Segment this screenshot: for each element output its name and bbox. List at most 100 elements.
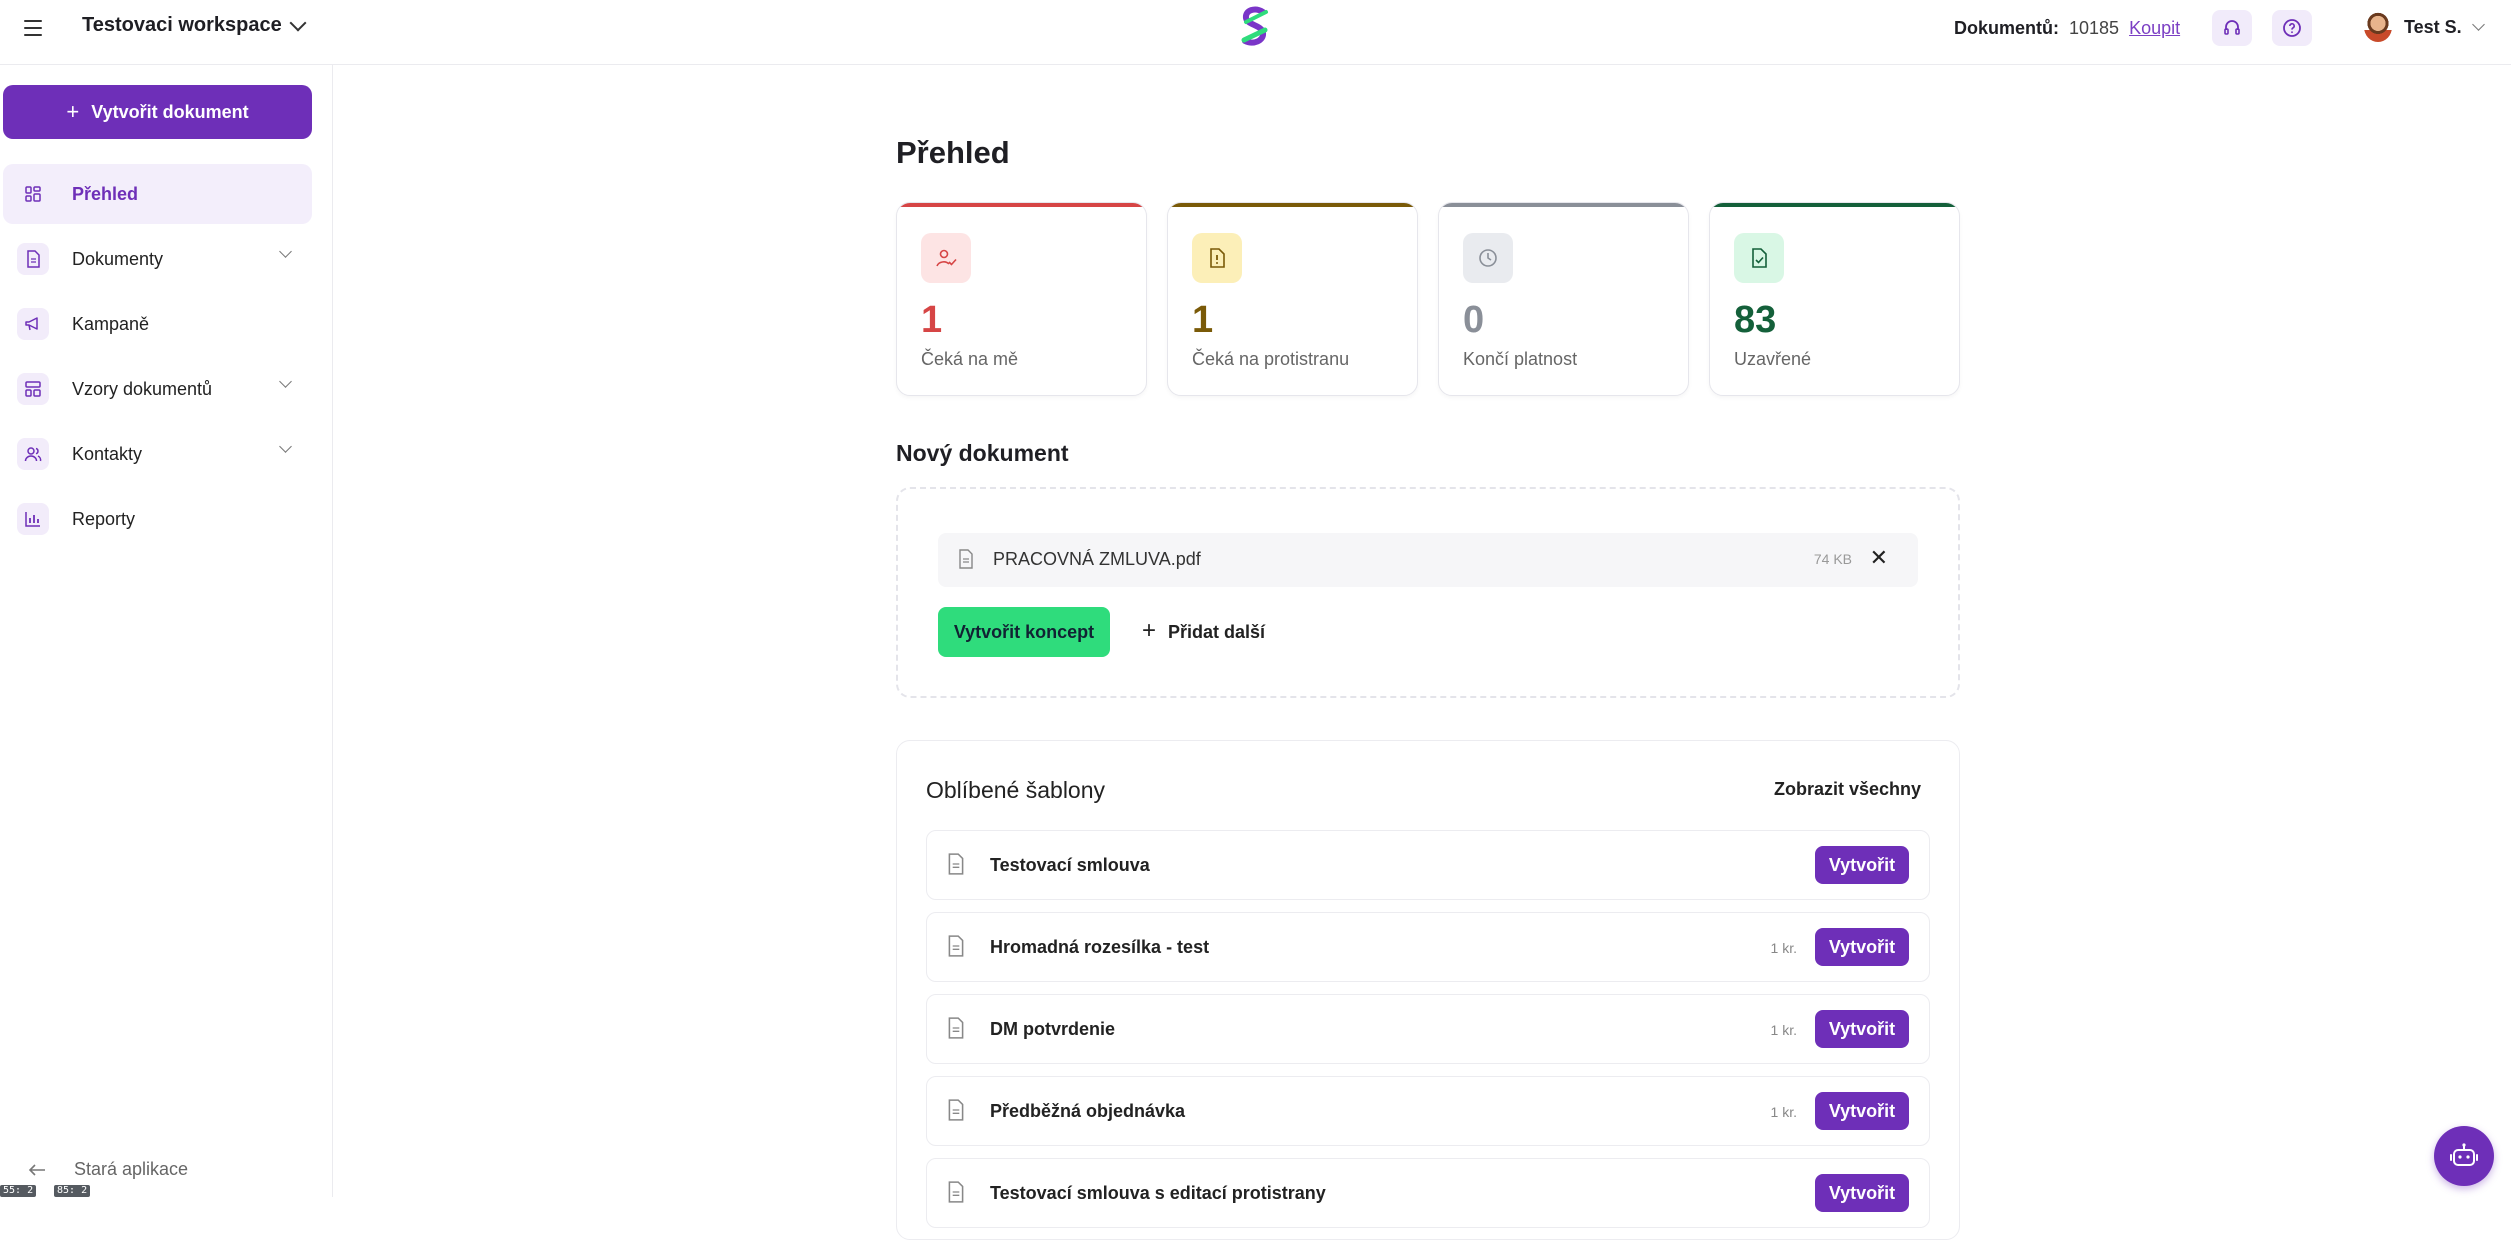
upload-dropzone[interactable]: PRACOVNÁ ZMLUVA.pdf 74 KB ✕ Vytvořit kon…	[896, 487, 1960, 698]
chevron-down-icon[interactable]	[279, 440, 292, 453]
template-row[interactable]: Testovací smlouva s editací protistrany …	[926, 1158, 1930, 1228]
template-name: DM potvrdenie	[990, 1019, 1116, 1039]
template-count: 1 kr.	[1770, 1022, 1797, 1038]
page-title: Přehled	[896, 135, 1010, 170]
file-icon	[959, 549, 973, 569]
buy-link[interactable]: Koupit	[2129, 18, 2180, 39]
user-menu[interactable]: Test S.	[2364, 12, 2485, 42]
bot-icon	[2450, 1143, 2478, 1166]
template-row[interactable]: Předběžná objednávka 1 kr. Vytvořit	[926, 1076, 1930, 1146]
stat-value: 1	[921, 299, 943, 341]
file-icon	[948, 1099, 964, 1121]
sidebar-item-prehled[interactable]: Přehled	[3, 164, 312, 224]
clock-icon	[1463, 233, 1513, 283]
stat-label: Uzavřené	[1734, 349, 1812, 369]
documents-counter: Dokumentů: 10185 Koupit	[1954, 18, 2180, 39]
sidebar-item-vzory-dokumentu[interactable]: Vzory dokumentů	[3, 359, 312, 419]
stat-card-waiting-on-counterparty[interactable]: 1 Čeká na protistranu	[1167, 202, 1418, 396]
new-document-title: Nový dokument	[896, 440, 1069, 466]
stat-label: Končí platnost	[1463, 349, 1578, 369]
template-name: Předběžná objednávka	[990, 1101, 1186, 1121]
stat-card-waiting-on-me[interactable]: 1 Čeká na mě	[896, 202, 1147, 396]
avatar	[2364, 12, 2392, 42]
stat-card-expiring[interactable]: 0 Končí platnost	[1438, 202, 1689, 396]
file-check-icon	[1734, 233, 1784, 283]
stat-label: Čeká na mě	[921, 349, 1019, 369]
show-all-link[interactable]: Zobrazit všechny	[1774, 779, 1921, 800]
headset-icon	[2224, 20, 2240, 35]
alert-file-icon	[1192, 233, 1242, 283]
chevron-down-icon[interactable]	[279, 375, 292, 388]
help-circle-icon	[2283, 19, 2301, 37]
stat-accent-bar	[897, 203, 1146, 207]
template-icon	[17, 373, 49, 405]
chat-bot-button[interactable]	[2434, 1126, 2494, 1186]
workspace-switcher[interactable]: Testovaci workspace	[82, 14, 307, 37]
create-from-template-button[interactable]: Vytvořit	[1815, 928, 1909, 966]
chevron-down-icon[interactable]	[279, 245, 292, 258]
create-concept-button[interactable]: Vytvořit koncept	[938, 607, 1110, 657]
close-icon[interactable]: ✕	[1870, 545, 1888, 571]
uploaded-file: PRACOVNÁ ZMLUVA.pdf 74 KB ✕	[938, 533, 1918, 587]
create-from-template-button[interactable]: Vytvořit	[1815, 1174, 1909, 1212]
stat-value: 1	[1192, 299, 1214, 341]
workspace-name: Testovaci workspace	[82, 14, 282, 36]
chevron-down-icon	[2471, 17, 2485, 31]
add-more-button[interactable]: + Přidat další	[1142, 617, 1266, 645]
stat-accent-bar	[1710, 203, 1959, 207]
plus-icon: +	[66, 99, 80, 124]
arrow-left-icon	[28, 1163, 45, 1176]
document-icon	[17, 243, 49, 275]
debug-tag: 55: 2	[0, 1185, 37, 1197]
template-name: Testovací smlouva	[990, 855, 1150, 875]
file-icon	[948, 853, 964, 875]
hamburger-menu-icon[interactable]	[22, 17, 44, 39]
grid-icon	[17, 178, 49, 210]
sidebar-item-dokumenty[interactable]: Dokumenty	[3, 229, 312, 289]
create-from-template-button[interactable]: Vytvořit	[1815, 1010, 1909, 1048]
sidebar-item-label: Vzory dokumentů	[72, 378, 213, 399]
sidebar-item-label: Přehled	[72, 183, 139, 204]
sidebar-item-label: Dokumenty	[72, 248, 164, 269]
template-row[interactable]: DM potvrdenie 1 kr. Vytvořit	[926, 994, 1930, 1064]
sidebar-item-label: Kampaně	[72, 313, 150, 334]
template-row[interactable]: Testovací smlouva Vytvořit	[926, 830, 1930, 900]
favorite-templates-panel: Oblíbené šablony Zobrazit všechny Testov…	[896, 740, 1960, 1240]
stat-card-closed[interactable]: 83 Uzavřené	[1709, 202, 1960, 396]
stat-accent-bar	[1168, 203, 1417, 207]
stat-value: 0	[1463, 299, 1485, 341]
user-check-icon	[921, 233, 971, 283]
stat-accent-bar	[1439, 203, 1688, 207]
create-document-label: Vytvořit dokument	[91, 101, 249, 122]
chevron-down-icon	[289, 14, 307, 31]
old-app-link[interactable]: Stará aplikace	[28, 1159, 188, 1180]
stat-label: Čeká na protistranu	[1192, 349, 1350, 369]
top-bar: Testovaci workspace Dokumentů: 10185 Kou…	[0, 0, 2511, 65]
megaphone-icon	[17, 308, 49, 340]
bar-chart-icon	[17, 503, 49, 535]
file-icon	[948, 1017, 964, 1039]
sidebar-item-reporty[interactable]: Reporty	[3, 489, 312, 549]
template-count: 1 kr.	[1770, 1104, 1797, 1120]
documents-count: 10185	[2069, 18, 2120, 38]
old-app-label: Stará aplikace	[74, 1159, 189, 1179]
create-document-button[interactable]: + Vytvořit dokument	[3, 85, 312, 139]
create-from-template-button[interactable]: Vytvořit	[1815, 846, 1909, 884]
sidebar-item-label: Reporty	[72, 508, 136, 529]
create-from-template-button[interactable]: Vytvořit	[1815, 1092, 1909, 1130]
debug-tag: 85: 2	[54, 1185, 91, 1197]
sidebar: + Vytvořit dokument Přehled Dokumenty Ka…	[0, 65, 333, 1197]
sidebar-item-kampane[interactable]: Kampaně	[3, 294, 312, 354]
template-row[interactable]: Hromadná rozesílka - test 1 kr. Vytvořit	[926, 912, 1930, 982]
stat-value: 83	[1734, 299, 1777, 341]
help-button[interactable]	[2272, 10, 2312, 46]
file-name: PRACOVNÁ ZMLUVA.pdf	[993, 549, 1201, 569]
favorite-templates-title: Oblíbené šablony	[926, 777, 1106, 803]
file-size: 74 KB	[1813, 551, 1852, 567]
app-logo[interactable]	[1237, 6, 1273, 48]
sidebar-item-kontakty[interactable]: Kontakty	[3, 424, 312, 484]
template-name: Testovací smlouva s editací protistrany	[990, 1183, 1326, 1203]
template-count: 1 kr.	[1770, 940, 1797, 956]
add-more-label: Přidat další	[1168, 622, 1266, 642]
support-button[interactable]	[2212, 10, 2252, 46]
